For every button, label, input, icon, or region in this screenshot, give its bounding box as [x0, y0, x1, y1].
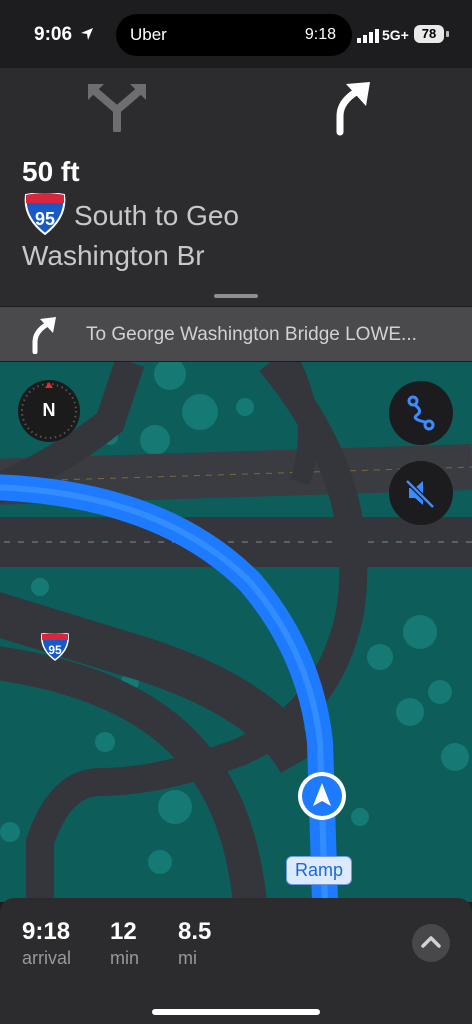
road-name-line2: Washington Br	[22, 240, 205, 271]
battery-level: 78	[414, 25, 444, 43]
arrival-stat: 9:18 arrival	[22, 918, 71, 969]
minutes-label: min	[110, 948, 140, 968]
island-time: 9:18	[304, 26, 336, 43]
distance-stat: 8.5 mi	[178, 918, 211, 969]
tree-dot	[158, 790, 192, 824]
mute-voice-button[interactable]	[389, 461, 453, 525]
minutes-remaining: 12	[110, 918, 137, 945]
map-shield-number: 95	[48, 643, 62, 657]
tree-dot	[351, 808, 369, 826]
tree-dot	[441, 743, 469, 771]
chevron-up-icon	[421, 936, 441, 948]
map-interstate-shield-icon: 95	[41, 633, 69, 661]
compass-button[interactable]: N	[18, 380, 80, 442]
maneuver-distance: 50 ft	[22, 156, 80, 187]
bear-right-arrow-icon	[336, 82, 370, 136]
tree-dot	[154, 362, 186, 390]
interstate-shield-icon: 95	[24, 193, 66, 235]
tree-dot	[182, 394, 218, 430]
road-name-line1: South to Geo	[74, 200, 240, 231]
tree-dot	[0, 822, 20, 842]
expand-card-button[interactable]	[412, 924, 450, 962]
arrival-label: arrival	[22, 948, 72, 968]
next-maneuver-text: To George Washington Bridge LOWE...	[86, 324, 417, 345]
tree-dot	[367, 644, 393, 670]
tree-dot	[403, 615, 437, 649]
tree-dot	[428, 680, 452, 704]
tree-dot	[396, 698, 424, 726]
tree-dot	[148, 850, 172, 874]
heading-arrow-icon	[302, 776, 342, 816]
tree-dot	[31, 578, 49, 596]
cellular-signal-icon	[357, 29, 379, 43]
arrival-time: 9:18	[22, 918, 71, 945]
distance-label: mi	[178, 948, 197, 968]
status-time: 9:06	[34, 24, 73, 45]
lane-fork-icon	[88, 84, 146, 132]
compass-letter: N	[42, 400, 56, 420]
location-arrow-icon	[81, 28, 93, 40]
island-app-name: Uber	[130, 25, 167, 44]
current-location-puck	[298, 772, 346, 820]
battery-tip	[446, 31, 449, 37]
route-overview-button[interactable]	[389, 381, 453, 445]
minutes-stat: 12 min	[110, 918, 139, 969]
next-bear-right-icon	[32, 317, 56, 354]
home-indicator[interactable]	[152, 1009, 320, 1015]
status-bar: 9:06 Uber 9:18 5G+ 78	[0, 0, 472, 68]
ramp-label: Ramp	[286, 856, 353, 885]
shield-number: 95	[35, 209, 55, 229]
tree-dot	[140, 425, 170, 455]
tree-dot	[95, 732, 115, 752]
panel-grabber[interactable]	[214, 294, 258, 298]
dynamic-island[interactable]: Uber 9:18	[116, 14, 352, 56]
route-icon	[407, 395, 435, 431]
network-type: 5G+	[382, 27, 409, 43]
tree-dot	[236, 398, 254, 416]
distance-remaining: 8.5	[178, 918, 212, 945]
speaker-muted-icon	[405, 479, 435, 509]
